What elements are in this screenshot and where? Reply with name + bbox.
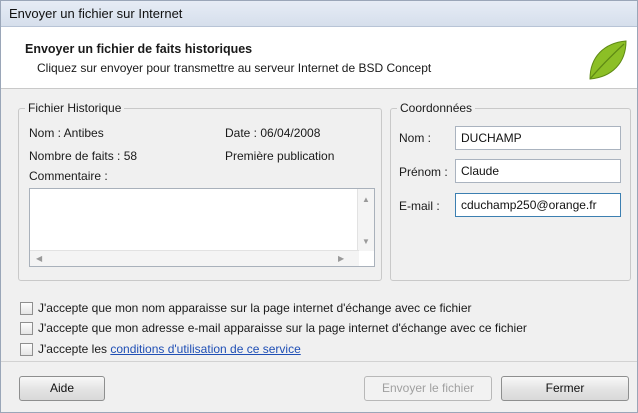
file-name: Nom : Antibes (29, 126, 104, 140)
send-file-dialog: Envoyer un fichier sur Internet Envoyer … (0, 0, 638, 413)
consent-email-label: J'accepte que mon adresse e-mail apparai… (38, 321, 527, 335)
header-title: Envoyer un fichier de faits historiques (25, 42, 253, 56)
consent-terms-prefix: J'accepte les (38, 342, 107, 356)
dialog-header: Envoyer un fichier de faits historiques … (1, 27, 637, 89)
file-date: Date : 06/04/2008 (225, 126, 321, 140)
header-subtitle: Cliquez sur envoyer pour transmettre au … (37, 61, 432, 75)
leaf-logo-icon (589, 40, 627, 80)
comment-vertical-scrollbar[interactable]: ▲ ▼ (357, 189, 374, 251)
comment-horizontal-scrollbar[interactable]: ◀ ▶ (30, 250, 359, 266)
consent-email-checkbox[interactable] (20, 322, 33, 335)
consent-name-checkbox[interactable] (20, 302, 33, 315)
scroll-down-icon[interactable]: ▼ (362, 237, 370, 247)
file-history-group-label: Fichier Historique (25, 101, 125, 115)
email-label: E-mail : (399, 199, 440, 213)
close-button[interactable]: Fermer (501, 376, 629, 401)
email-field[interactable]: cduchamp250@orange.fr (455, 193, 621, 217)
terms-of-use-link[interactable]: conditions d'utilisation de ce service (110, 342, 300, 356)
scroll-right-icon[interactable]: ▶ (338, 254, 344, 264)
first-name-field[interactable]: Claude (455, 159, 621, 183)
consent-name-label: J'accepte que mon nom apparaisse sur la … (38, 301, 472, 315)
last-name-label: Nom : (399, 131, 432, 145)
scroll-up-icon[interactable]: ▲ (362, 195, 370, 205)
comment-label: Commentaire : (29, 169, 108, 183)
consent-terms-checkbox[interactable] (20, 343, 33, 356)
comment-textarea[interactable]: ▲ ▼ ◀ ▶ (29, 188, 375, 267)
facts-count: Nombre de faits : 58 (29, 149, 138, 163)
help-button[interactable]: Aide (19, 376, 105, 401)
contact-group-label: Coordonnées (397, 101, 476, 115)
window-title: Envoyer un fichier sur Internet (1, 1, 637, 27)
first-name-label: Prénom : (399, 165, 448, 179)
consent-terms-label: J'accepte les conditions d'utilisation d… (38, 342, 301, 356)
footer-separator (1, 361, 637, 362)
last-name-field[interactable]: DUCHAMP (455, 126, 621, 150)
comment-text (30, 189, 374, 195)
publication-status: Première publication (225, 149, 335, 163)
scroll-left-icon[interactable]: ◀ (36, 254, 42, 264)
send-file-button[interactable]: Envoyer le fichier (364, 376, 492, 401)
